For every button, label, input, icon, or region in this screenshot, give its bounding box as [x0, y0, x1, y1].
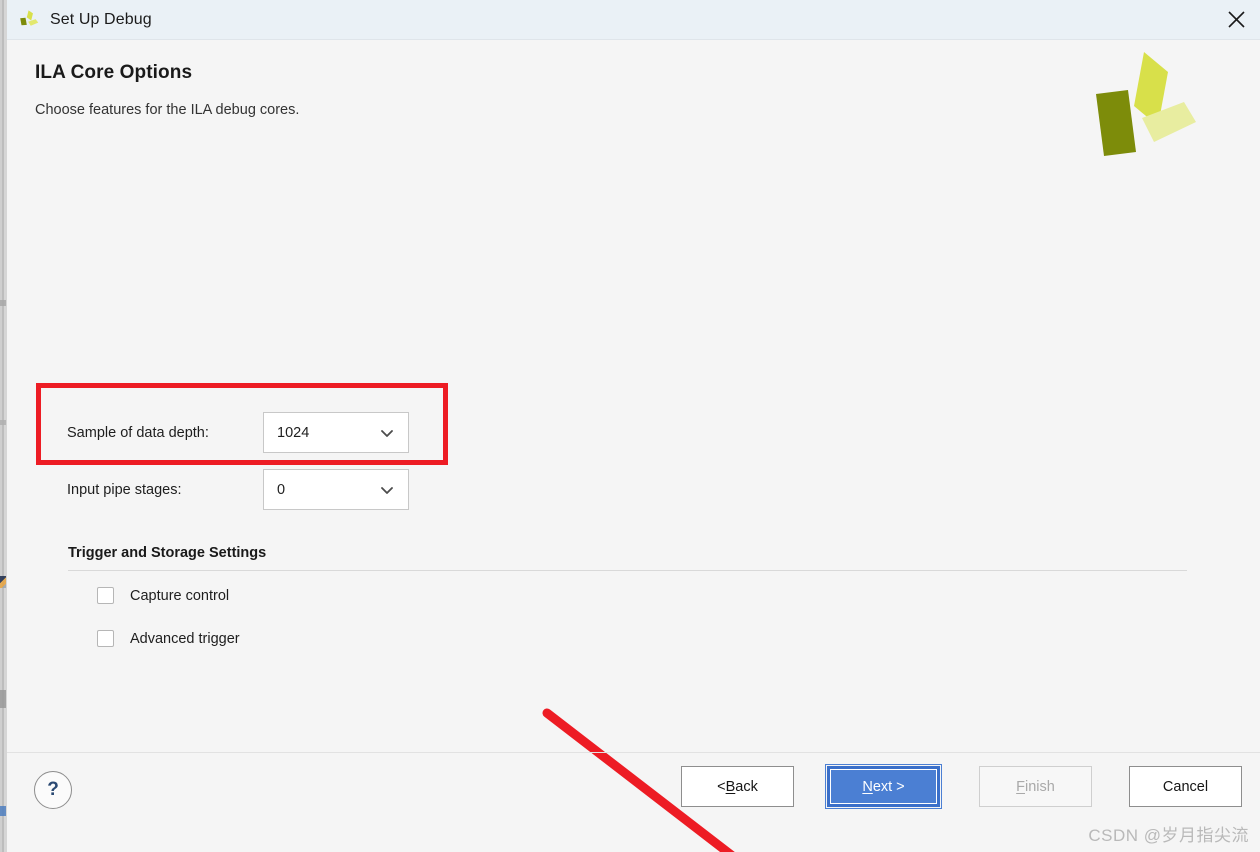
- watermark: CSDN @岁月指尖流: [1088, 826, 1249, 845]
- sample-depth-dropdown[interactable]: 1024: [263, 412, 409, 453]
- screenshot-root: Set Up Debug ILA Core Options Choose fea…: [0, 0, 1260, 852]
- capture-control-checkbox[interactable]: [97, 587, 114, 604]
- background-artifact: [0, 806, 6, 816]
- window-title: Set Up Debug: [50, 10, 152, 28]
- advanced-trigger-label: Advanced trigger: [130, 630, 240, 647]
- pipe-stages-label: Input pipe stages:: [67, 481, 182, 498]
- advanced-trigger-checkbox-row[interactable]: Advanced trigger: [97, 630, 240, 647]
- capture-control-checkbox-row[interactable]: Capture control: [97, 587, 229, 604]
- background-artifact: [0, 690, 6, 708]
- finish-button-rest: inish: [1025, 778, 1055, 795]
- close-icon[interactable]: [1212, 0, 1260, 39]
- chevron-down-icon: [379, 425, 395, 441]
- page-title: ILA Core Options: [35, 62, 193, 83]
- pipe-stages-dropdown[interactable]: 0: [263, 469, 409, 510]
- background-window-sliver: [0, 0, 7, 852]
- chevron-down-icon: [379, 482, 395, 498]
- back-button-prefix: <: [717, 778, 726, 795]
- dialog-header: ILA Core Options Choose features for the…: [7, 40, 1260, 180]
- set-up-debug-dialog: Set Up Debug ILA Core Options Choose fea…: [7, 0, 1260, 852]
- sample-depth-label: Sample of data depth:: [67, 424, 209, 441]
- pipe-stages-value: 0: [277, 481, 286, 498]
- next-button[interactable]: Next >: [825, 764, 942, 809]
- background-artifact: [0, 576, 6, 588]
- next-button-mnemonic: N: [862, 778, 873, 795]
- back-button-rest: ack: [735, 778, 758, 795]
- trigger-section-title: Trigger and Storage Settings: [68, 545, 267, 561]
- advanced-trigger-checkbox[interactable]: [97, 630, 114, 647]
- title-bar: Set Up Debug: [7, 0, 1260, 40]
- finish-button: Finish: [979, 766, 1092, 807]
- capture-control-label: Capture control: [130, 587, 230, 604]
- finish-button-mnemonic: F: [1016, 778, 1026, 795]
- cancel-button-rest: Cancel: [1162, 778, 1209, 795]
- vivado-brand-logo: [1092, 48, 1198, 158]
- page-subtitle: Choose features for the ILA debug cores.: [35, 102, 300, 118]
- sample-depth-value: 1024: [277, 424, 310, 441]
- vivado-logo-icon: [18, 9, 40, 31]
- back-button[interactable]: < Back: [681, 766, 794, 807]
- section-divider: [68, 570, 1187, 571]
- cancel-button[interactable]: Cancel: [1129, 766, 1242, 807]
- footer-button-group: < Back Next > Finish Cancel: [681, 764, 1242, 809]
- back-button-mnemonic: B: [725, 778, 736, 795]
- pipe-stages-row: Input pipe stages: 0: [67, 469, 409, 510]
- sample-depth-row: Sample of data depth: 1024: [67, 412, 409, 453]
- background-artifact: [0, 300, 6, 306]
- dialog-footer: ? < Back Next > Finish Cancel CSDN @岁月指尖…: [7, 753, 1260, 852]
- background-artifact: [0, 420, 6, 425]
- help-button[interactable]: ?: [34, 771, 72, 809]
- next-button-rest: ext >: [872, 778, 905, 795]
